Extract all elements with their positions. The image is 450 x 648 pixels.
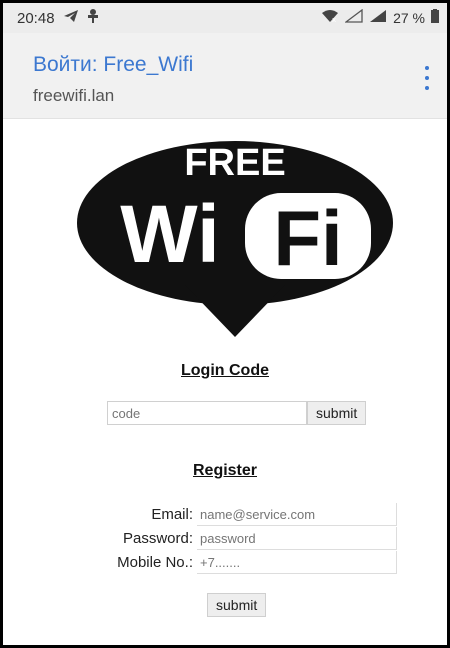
logo-fi-text: Fi xyxy=(273,194,342,282)
password-field[interactable] xyxy=(197,527,397,550)
usb-debug-icon xyxy=(85,8,101,28)
logo-free-text: FREE xyxy=(184,142,285,184)
status-bar: 20:48 x 27 % xyxy=(3,3,447,33)
register-submit-button[interactable]: submit xyxy=(207,593,267,617)
login-code-heading: Login Code xyxy=(181,362,269,379)
wifi-icon: x xyxy=(321,9,339,27)
svg-text:x: x xyxy=(332,16,336,23)
battery-level: 27 % xyxy=(393,10,425,26)
battery-icon xyxy=(431,9,439,27)
logo-wi-text: Wi xyxy=(120,189,219,280)
code-submit-button[interactable]: submit xyxy=(307,401,367,425)
signal-icon-2 xyxy=(369,9,387,27)
signal-icon-1 xyxy=(344,8,363,27)
mobile-label: Mobile No.: xyxy=(117,554,193,571)
email-field[interactable] xyxy=(197,503,397,526)
status-time: 20:48 xyxy=(17,9,55,27)
status-right: x 27 % xyxy=(321,8,439,27)
register-heading: Register xyxy=(192,462,258,479)
portal-url: freewifi.lan xyxy=(33,86,115,105)
portal-title: Войти: Free_Wifi xyxy=(33,53,194,76)
overflow-menu-icon[interactable] xyxy=(421,66,433,90)
password-label: Password: xyxy=(122,530,193,547)
code-input[interactable] xyxy=(107,401,307,425)
password-row: Password: xyxy=(107,527,397,550)
mobile-row: Mobile No.: xyxy=(107,551,397,574)
portal-header: Войти: Free_Wifi freewifi.lan xyxy=(3,33,447,119)
phone-screen: 20:48 x 27 % Войти: Free_Wifi freewifi.l… xyxy=(0,0,450,648)
login-code-row: submit xyxy=(107,401,367,425)
mobile-field[interactable] xyxy=(197,551,397,574)
email-label: Email: xyxy=(151,506,193,523)
telegram-icon xyxy=(63,9,79,27)
email-row: Email: xyxy=(107,503,397,526)
free-wifi-logo: FREE Wi Fi xyxy=(77,141,393,337)
